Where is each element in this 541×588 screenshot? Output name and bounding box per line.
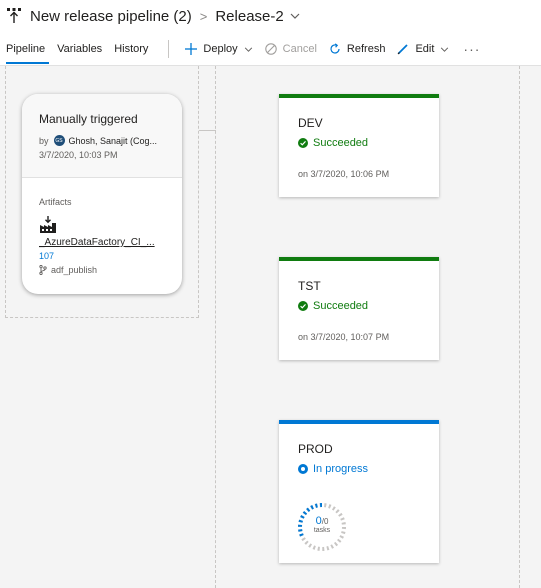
stage-name: DEV [298,116,323,130]
avatar: GS [53,135,65,146]
deploy-label: Deploy [203,43,238,55]
stage-status-text: Succeeded [313,137,369,149]
artifacts-label: Artifacts [39,197,72,207]
branch-icon [39,265,47,275]
plus-icon [185,43,198,55]
pipeline-connector [199,130,216,131]
release-name-dropdown[interactable]: Release-2 [215,8,283,25]
chevron-down-icon[interactable] [290,11,300,22]
check-circle-icon [298,138,308,148]
tab-variables-label: Variables [57,43,103,55]
stage-status: Succeeded [298,137,368,149]
stage-status-bar [279,94,439,98]
tab-history[interactable]: History [108,34,154,64]
release-pipeline-icon [6,7,22,25]
trigger-title: Manually triggered [39,112,138,126]
breadcrumb: New release pipeline (2) > Release-2 [6,4,300,28]
tasks-label: tasks [313,527,331,534]
trigger-section: Manually triggered by GS Ghosh, Sanajit … [22,94,182,178]
tab-bar: Pipeline Variables History Deploy Cancel… [0,34,541,64]
in-progress-icon [298,464,308,474]
trigger-by: by GS Ghosh, Sanajit (Cog... [39,135,157,146]
stage-status: Succeeded [298,300,368,312]
refresh-icon [329,43,341,55]
stage-name: PROD [298,442,333,456]
deploy-button[interactable]: Deploy [179,34,258,64]
release-header: New release pipeline (2) > Release-2 Pip… [0,0,541,66]
edit-button[interactable]: Edit [391,34,455,64]
branch-name: adf_publish [51,265,98,275]
factory-icon [39,216,57,234]
tab-variables[interactable]: Variables [51,34,108,64]
refresh-button[interactable]: Refresh [323,34,392,64]
artifact-branch: adf_publish [39,265,97,275]
stage-status-bar [279,420,439,424]
tasks-progress-ring: 0/0 tasks [297,502,347,552]
stage-status: In progress [298,463,368,475]
stage-status-bar [279,257,439,261]
cancel-icon [264,43,277,55]
tab-history-label: History [114,43,149,55]
pipeline-name-link[interactable]: New release pipeline (2) [30,8,192,25]
stage-name: TST [298,279,321,293]
more-options-button[interactable]: ··· [455,41,488,57]
toolbar-divider [168,40,170,58]
trigger-date: 3/7/2020, 10:03 PM [39,150,118,160]
user-name: Ghosh, Sanajit (Cog... [68,135,158,146]
artifact-card[interactable]: Manually triggered by GS Ghosh, Sanajit … [22,94,182,294]
edit-label: Edit [415,43,435,55]
tab-pipeline[interactable]: Pipeline [0,34,51,64]
chevron-down-icon [244,44,253,54]
cancel-button[interactable]: Cancel [259,34,323,64]
stage-status-text: Succeeded [313,300,369,312]
tasks-total: /0 [321,517,329,526]
stage-date: on 3/7/2020, 10:07 PM [298,332,390,342]
stage-date: on 3/7/2020, 10:06 PM [298,169,390,179]
by-label: by [39,135,49,146]
artifact-name-link[interactable]: _AzureDataFactory_CI_... [39,237,164,248]
tasks-counter: 0/0 tasks [297,515,347,535]
pipeline-canvas: Manually triggered by GS Ghosh, Sanajit … [0,66,541,588]
tab-pipeline-label: Pipeline [6,43,46,55]
refresh-label: Refresh [346,43,386,55]
chevron-down-icon [440,44,449,54]
chevron-right-icon: > [199,8,208,24]
stage-card-tst[interactable]: TST Succeeded on 3/7/2020, 10:07 PM [279,257,439,360]
check-circle-icon [298,301,308,311]
cancel-label: Cancel [282,43,317,55]
pencil-icon [397,43,409,55]
stage-status-text: In progress [313,463,369,475]
stage-card-prod[interactable]: PROD In progress 0/0 tasks [279,420,439,563]
artifact-version-link[interactable]: 107 [39,251,54,261]
stage-card-dev[interactable]: DEV Succeeded on 3/7/2020, 10:06 PM [279,94,439,197]
